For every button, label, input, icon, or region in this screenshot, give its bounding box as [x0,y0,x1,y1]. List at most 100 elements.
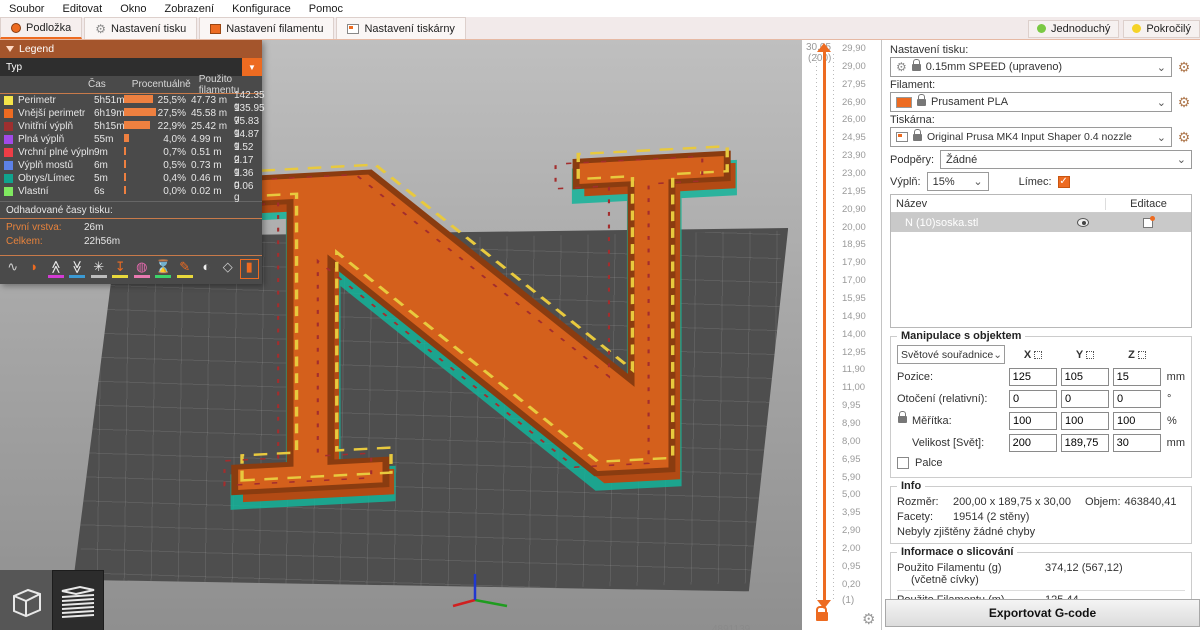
layer-tick-label: 20,00 [842,221,866,233]
feature-label: Plná výplň [18,134,65,145]
legend-row[interactable]: Plná výplň 55m 4,0% 4.99 m 14.87 g [0,129,262,151]
object-list-header: Název Editace [891,195,1191,213]
menu-bar: Soubor Editovat Okno Zobrazení Konfigura… [0,0,1200,17]
preview-view-button[interactable] [52,570,104,630]
filament-combo[interactable]: Prusament PLA [890,92,1172,112]
travels-icon[interactable]: ∿ [4,260,22,278]
feature-color-swatch [4,96,13,105]
layer-tick-label: 29,90 [842,43,866,54]
printer-icon [347,23,360,34]
print-settings-combo[interactable]: 0.15mm SPEED (upraveno) [890,57,1172,77]
slider-settings-gear-icon[interactable] [862,610,875,628]
tab-filament-settings[interactable]: Nastavení filamentu [199,17,335,39]
printer-combo[interactable]: Original Prusa MK4 Input Shaper 0.4 nozz… [890,127,1172,147]
legend-header[interactable]: Legend [0,40,262,58]
infill-combo[interactable]: 15% [926,172,989,191]
legend-toggle-icon[interactable]: ▮ [239,259,259,279]
color-changes-icon[interactable]: ◍ [133,260,151,278]
seams-icon[interactable]: ✳ [90,260,108,278]
size-y-input[interactable] [1060,434,1109,452]
retractions-icon[interactable]: ≫ [47,260,65,278]
green-dot-icon [1037,24,1046,33]
feature-percent: 0,7% [163,147,186,158]
uniform-scale-lock-icon[interactable] [898,411,907,423]
size-info-value: 200,00 x 189,75 x 30,00 [953,496,1072,508]
size-x-input[interactable] [1008,434,1057,452]
mode-advanced-button[interactable]: Pokročilý [1123,19,1200,38]
wipe-icon[interactable]: ◗ [26,260,44,278]
size-z-input[interactable] [1112,434,1161,452]
eye-icon[interactable] [1077,218,1089,227]
legend-row[interactable]: Obrys/Límec 5m 0,4% 0.46 m 1.36 g [0,168,262,190]
unlock-icon[interactable] [816,606,828,621]
menu-konfigurace[interactable]: Konfigurace [223,3,300,15]
tab-print-settings[interactable]: Nastavení tisku [84,17,198,39]
legend-row[interactable]: Vnitřní výplň 5h15m 22,9% 25.42 m 75.83 g [0,116,262,138]
mode-label: Pokročilý [1146,22,1191,35]
tab-plater[interactable]: Podložka [0,17,83,39]
layer-tick-label: 9,95 [842,400,861,412]
volume-value: 463840,41 [1124,496,1177,508]
legend-row[interactable]: Výplň mostů 6m 0,5% 0.73 m 2.17 g [0,155,262,177]
filament-gear-button[interactable] [1176,94,1192,111]
object-row[interactable]: N (10)soska.stl [891,213,1191,232]
rotation-y-input[interactable] [1061,390,1109,408]
printer-gear-button[interactable] [1176,129,1192,146]
3d-editor-view-button[interactable] [0,570,52,630]
feature-color-swatch [4,187,13,196]
print-settings-gear-button[interactable] [1176,59,1192,76]
position-z-input[interactable] [1112,368,1161,386]
edit-icon[interactable] [1143,215,1155,228]
export-gcode-button[interactable]: Exportovat G-code [885,599,1200,627]
unit-label: ° [1167,393,1172,405]
feature-time: 5h15m [94,121,125,132]
used-filament-g-value: 374,12 (567,12) [1045,562,1123,574]
deretractions-icon[interactable]: ≫ [69,260,87,278]
feature-time: 6m [94,160,108,171]
feature-time: 9m [94,147,108,158]
menu-zobrazeni[interactable]: Zobrazení [156,3,224,15]
menu-editovat[interactable]: Editovat [53,3,111,15]
center-of-gravity-icon[interactable]: ◐ [198,260,216,278]
coordinate-system-combo[interactable]: Světové souřadnice [897,345,1005,364]
rotation-x-input[interactable] [1009,390,1057,408]
pause-prints-icon[interactable]: ⌛ [155,260,173,278]
legend-row[interactable]: Vlastní 6s 0,0% 0.02 m 0.06 g [0,181,262,203]
3d-viewport[interactable]: N N N N N Legend Typ ▼ Čas Procentuálně … [0,40,802,630]
feature-percent: 0,0% [163,186,186,197]
menu-soubor[interactable]: Soubor [0,3,53,15]
supports-combo[interactable]: Žádné [940,150,1192,169]
shells-icon[interactable]: ◇ [219,260,237,278]
legend-row[interactable]: Perimetr 5h51m 25,5% 47.73 m 142.35 g [0,90,265,112]
scale-z-input[interactable] [1113,412,1161,430]
print-settings-label: Nastavení tisku: [890,44,969,56]
brim-checkbox[interactable] [1057,175,1070,188]
filament-label: Filament: [890,79,936,91]
legend-toolbar: ∿ ◗ ≫ ≫ ✳ ↧ ◍ ⌛ ✎ ◐ ◇ ▮ [0,256,262,284]
layer-slider-top-handle[interactable] [817,43,831,52]
rotation-z-input[interactable] [1113,390,1161,408]
layer-tick-label: 11,00 [842,382,866,394]
feature-percent: 25,5% [157,95,186,106]
inches-checkbox[interactable] [897,457,909,469]
custom-gcode-icon[interactable]: ✎ [176,260,194,278]
mode-simple-button[interactable]: Jednoduchý [1028,19,1120,38]
menu-pomoc[interactable]: Pomoc [300,3,352,15]
menu-okno[interactable]: Okno [111,3,155,15]
sliced-model-letter-n[interactable]: N N N N N [170,88,790,588]
tab-printer-settings[interactable]: Nastavení tiskárny [336,17,466,39]
tool-changes-icon[interactable]: ↧ [112,260,130,278]
errors-status: Nebyly zjištěny žádné chyby [897,526,1036,538]
col-time: Čas [88,79,106,90]
collapse-icon [6,46,14,52]
legend-row[interactable]: Vrchní plné výplně 9m 0,7% 0.51 m 1.52 g [0,142,262,164]
position-y-input[interactable] [1060,368,1109,386]
filament-color-swatch [896,96,912,108]
layer-tick-label: 17,00 [842,275,866,287]
layer-slider-track[interactable] [823,52,826,600]
legend-row[interactable]: Vnější perimetr 6h19m 27,5% 45.58 m 135.95 g [0,103,265,125]
print-settings-value: 0.15mm SPEED (upraveno) [925,61,1063,73]
scale-x-input[interactable] [1009,412,1057,430]
position-x-input[interactable] [1008,368,1057,386]
scale-y-input[interactable] [1061,412,1109,430]
